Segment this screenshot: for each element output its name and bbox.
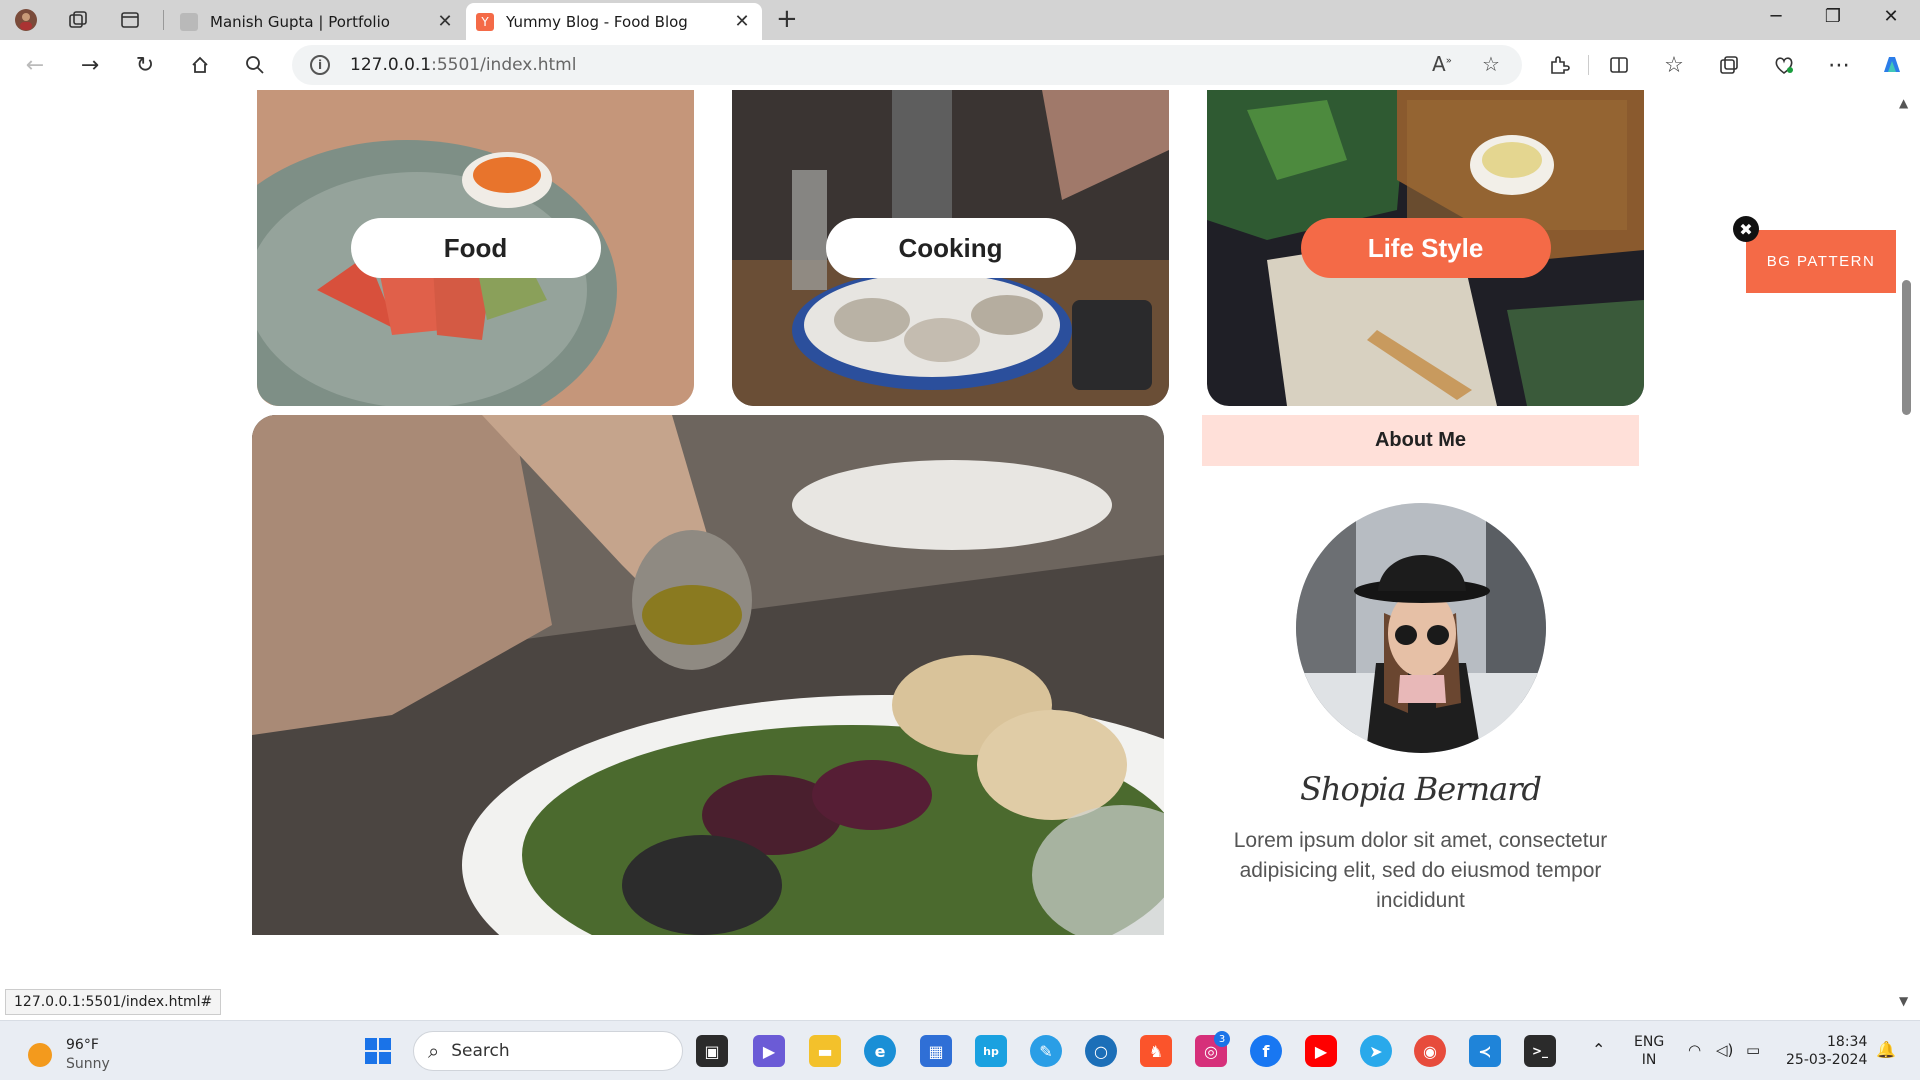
microsoft-store-icon[interactable]: ▦ <box>920 1035 952 1067</box>
task-view-icon[interactable]: ▣ <box>696 1035 728 1067</box>
tab-title: Yummy Blog - Food Blog <box>506 12 688 31</box>
sun-icon <box>28 1043 52 1067</box>
portfolio-favicon-icon <box>180 12 198 31</box>
telegram-icon[interactable]: ➤ <box>1360 1035 1392 1067</box>
clock[interactable]: 18:34 25-03-2024 <box>1786 1033 1867 1069</box>
weather-temp: 96°F <box>66 1037 99 1053</box>
refresh-icon[interactable]: ↻ <box>130 50 160 80</box>
clock-date: 25-03-2024 <box>1786 1052 1868 1068</box>
extensions-icon[interactable] <box>1544 50 1574 80</box>
cortana-icon[interactable]: ○ <box>1085 1035 1117 1067</box>
weather-desc: Sunny <box>66 1056 110 1072</box>
myhp-icon[interactable]: hp <box>975 1035 1007 1067</box>
close-icon[interactable]: ✖ <box>1733 216 1759 242</box>
back-icon[interactable]: ← <box>20 50 50 80</box>
close-window-icon[interactable]: ✕ <box>1871 6 1911 27</box>
address-host: 127.0.0.1 <box>350 55 432 75</box>
category-card-food[interactable]: Food <box>257 90 694 406</box>
category-card-cooking[interactable]: Cooking <box>732 90 1169 406</box>
about-me-heading: About Me <box>1202 415 1639 466</box>
volume-icon[interactable]: ◁) <box>1716 1041 1733 1059</box>
split-screen-icon[interactable] <box>1604 50 1634 80</box>
wifi-icon[interactable]: ◠ <box>1688 1041 1701 1059</box>
clock-time: 18:34 <box>1827 1034 1868 1050</box>
yummy-favicon-icon: Y <box>476 12 494 31</box>
brave-icon[interactable]: ♞ <box>1140 1035 1172 1067</box>
address-path: :5501/index.html <box>431 55 577 75</box>
collections-icon[interactable] <box>1714 50 1744 80</box>
windows-taskbar: 96°F Sunny ⌕ Search ▣ ▶ ▬ e ▦ hp ✎ ○ ♞ ◎… <box>0 1020 1920 1080</box>
category-card-lifestyle[interactable]: Life Style <box>1207 90 1644 406</box>
address-bar[interactable]: i 127.0.0.1:5501/index.html <box>292 45 1522 85</box>
chrome-icon[interactable]: ◉ <box>1414 1035 1446 1067</box>
search-icon: ⌕ <box>428 1039 440 1063</box>
taskbar-search[interactable]: ⌕ Search <box>413 1031 683 1071</box>
browser-tab-bar: Manish Gupta | Portfolio ✕ Y Yummy Blog … <box>0 0 1920 40</box>
category-pill-cooking[interactable]: Cooking <box>825 218 1076 278</box>
tab-yummy-blog[interactable]: Y Yummy Blog - Food Blog ✕ <box>466 3 762 40</box>
author-avatar <box>1296 503 1546 753</box>
youtube-icon[interactable]: ▶ <box>1305 1035 1337 1067</box>
terminal-icon[interactable]: >_ <box>1524 1035 1556 1067</box>
read-aloud-icon[interactable]: A» <box>1432 52 1452 76</box>
file-explorer-icon[interactable]: ▬ <box>809 1035 841 1067</box>
tab-title: Manish Gupta | Portfolio <box>210 12 390 31</box>
status-url: 127.0.0.1:5501/index.html# <box>5 989 222 1015</box>
restore-icon[interactable]: ❐ <box>1813 6 1853 27</box>
facebook-icon[interactable]: f <box>1250 1035 1282 1067</box>
scrollbar[interactable] <box>1897 90 1920 1016</box>
scroll-down-icon[interactable]: ▼ <box>1899 994 1908 1008</box>
start-icon[interactable] <box>362 1035 394 1067</box>
instagram-badge: 3 <box>1214 1031 1230 1047</box>
more-menu-icon[interactable]: ⋯ <box>1824 50 1854 80</box>
author-bio: Lorem ipsum dolor sit amet, consectetur … <box>1233 829 1608 912</box>
category-pill-lifestyle[interactable]: Life Style <box>1300 218 1551 278</box>
battery-icon[interactable]: ▭ <box>1746 1041 1760 1059</box>
bg-pattern-button[interactable]: BG PATTERN <box>1746 230 1896 293</box>
browser-toolbar: ← → ↻ i 127.0.0.1:5501/index.html A» ☆ ☆… <box>0 40 1920 90</box>
edge-browser-icon[interactable]: e <box>864 1035 896 1067</box>
copilot-icon[interactable] <box>1877 50 1907 80</box>
author-photo <box>1296 503 1546 753</box>
language-top: ENG <box>1634 1034 1665 1050</box>
featured-post-image[interactable] <box>252 415 1164 935</box>
search-icon[interactable] <box>240 50 270 80</box>
show-hidden-icons-chevron-icon[interactable]: ⌃ <box>1592 1041 1605 1059</box>
forward-icon[interactable]: → <box>75 50 105 80</box>
close-tab-icon[interactable]: ✕ <box>732 11 752 32</box>
site-info-icon[interactable]: i <box>310 55 330 75</box>
home-icon[interactable] <box>185 50 215 80</box>
language-indicator[interactable]: ENG IN <box>1634 1033 1664 1069</box>
minimize-icon[interactable]: ─ <box>1756 6 1796 27</box>
paint-icon[interactable]: ✎ <box>1030 1035 1062 1067</box>
category-pill-food[interactable]: Food <box>350 218 601 278</box>
scroll-up-icon[interactable]: ▲ <box>1899 96 1908 110</box>
scrollbar-thumb[interactable] <box>1902 280 1911 415</box>
vscode-icon[interactable]: ≺ <box>1469 1035 1501 1067</box>
language-bottom: IN <box>1641 1052 1657 1068</box>
author-name: Shopia Bernard <box>1300 770 1542 808</box>
browser-essentials-icon[interactable] <box>1769 50 1799 80</box>
tab-portfolio[interactable]: Manish Gupta | Portfolio ✕ <box>170 3 465 40</box>
new-tab-icon[interactable]: + <box>776 6 798 32</box>
workspaces-icon[interactable] <box>66 8 90 32</box>
profile-avatar-icon[interactable] <box>14 8 38 32</box>
favorites-icon[interactable]: ☆ <box>1659 50 1689 80</box>
weather-widget[interactable]: 96°F Sunny <box>28 1036 110 1074</box>
vertical-tabs-icon[interactable] <box>118 8 142 32</box>
favorite-star-icon[interactable]: ☆ <box>1482 52 1500 76</box>
notification-bell-icon[interactable]: 🔔 <box>1876 1041 1896 1059</box>
teams-meet-icon[interactable]: ▶ <box>753 1035 785 1067</box>
taskbar-search-label: Search <box>451 1041 510 1061</box>
salad-photo <box>252 415 1164 935</box>
close-tab-icon[interactable]: ✕ <box>435 11 455 32</box>
